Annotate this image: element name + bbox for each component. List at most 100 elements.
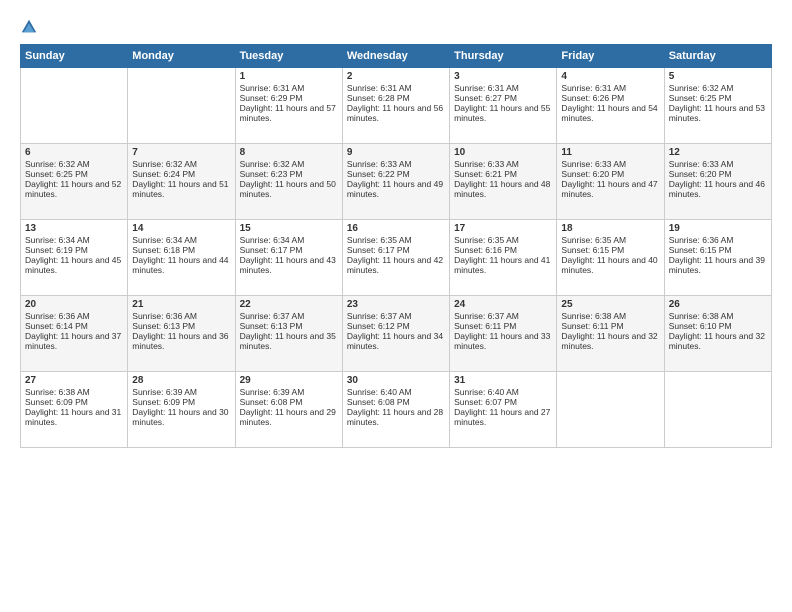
sunset-label: Sunset: 6:25 PM	[25, 169, 88, 179]
daylight-label: Daylight: 11 hours and 48 minutes.	[454, 179, 550, 199]
sunset-label: Sunset: 6:13 PM	[240, 321, 303, 331]
sunset-label: Sunset: 6:11 PM	[561, 321, 623, 331]
daylight-label: Daylight: 11 hours and 39 minutes.	[669, 255, 765, 275]
calendar-cell	[557, 372, 664, 448]
sunrise-label: Sunrise: 6:40 AM	[454, 387, 519, 397]
calendar-cell: 1Sunrise: 6:31 AMSunset: 6:29 PMDaylight…	[235, 68, 342, 144]
calendar-cell: 10Sunrise: 6:33 AMSunset: 6:21 PMDayligh…	[450, 144, 557, 220]
calendar-week-3: 20Sunrise: 6:36 AMSunset: 6:14 PMDayligh…	[21, 296, 772, 372]
sunset-label: Sunset: 6:29 PM	[240, 93, 303, 103]
day-number: 24	[454, 299, 552, 310]
sunrise-label: Sunrise: 6:35 AM	[561, 235, 626, 245]
sunrise-label: Sunrise: 6:32 AM	[25, 159, 90, 169]
calendar-week-2: 13Sunrise: 6:34 AMSunset: 6:19 PMDayligh…	[21, 220, 772, 296]
calendar-cell: 19Sunrise: 6:36 AMSunset: 6:15 PMDayligh…	[664, 220, 771, 296]
day-number: 8	[240, 147, 338, 158]
day-number: 7	[132, 147, 230, 158]
sunset-label: Sunset: 6:21 PM	[454, 169, 517, 179]
calendar-cell: 30Sunrise: 6:40 AMSunset: 6:08 PMDayligh…	[342, 372, 449, 448]
day-number: 27	[25, 375, 123, 386]
daylight-label: Daylight: 11 hours and 41 minutes.	[454, 255, 550, 275]
logo-icon	[20, 18, 38, 36]
daylight-label: Daylight: 11 hours and 46 minutes.	[669, 179, 765, 199]
daylight-label: Daylight: 11 hours and 35 minutes.	[240, 331, 336, 351]
calendar-cell: 2Sunrise: 6:31 AMSunset: 6:28 PMDaylight…	[342, 68, 449, 144]
calendar-cell: 11Sunrise: 6:33 AMSunset: 6:20 PMDayligh…	[557, 144, 664, 220]
sunset-label: Sunset: 6:15 PM	[561, 245, 624, 255]
sunset-label: Sunset: 6:14 PM	[25, 321, 88, 331]
calendar-cell: 29Sunrise: 6:39 AMSunset: 6:08 PMDayligh…	[235, 372, 342, 448]
calendar-cell: 23Sunrise: 6:37 AMSunset: 6:12 PMDayligh…	[342, 296, 449, 372]
day-number: 13	[25, 223, 123, 234]
day-number: 29	[240, 375, 338, 386]
daylight-label: Daylight: 11 hours and 53 minutes.	[669, 103, 765, 123]
day-number: 18	[561, 223, 659, 234]
day-number: 5	[669, 71, 767, 82]
daylight-label: Daylight: 11 hours and 31 minutes.	[25, 407, 121, 427]
day-number: 3	[454, 71, 552, 82]
calendar-table: Sunday Monday Tuesday Wednesday Thursday…	[20, 44, 772, 448]
sunset-label: Sunset: 6:15 PM	[669, 245, 732, 255]
col-wednesday: Wednesday	[342, 45, 449, 68]
sunset-label: Sunset: 6:20 PM	[669, 169, 732, 179]
sunrise-label: Sunrise: 6:36 AM	[669, 235, 734, 245]
daylight-label: Daylight: 11 hours and 36 minutes.	[132, 331, 228, 351]
sunrise-label: Sunrise: 6:37 AM	[347, 311, 412, 321]
sunrise-label: Sunrise: 6:32 AM	[669, 83, 734, 93]
daylight-label: Daylight: 11 hours and 43 minutes.	[240, 255, 336, 275]
sunset-label: Sunset: 6:08 PM	[347, 397, 410, 407]
day-number: 9	[347, 147, 445, 158]
sunrise-label: Sunrise: 6:35 AM	[454, 235, 519, 245]
col-saturday: Saturday	[664, 45, 771, 68]
daylight-label: Daylight: 11 hours and 40 minutes.	[561, 255, 657, 275]
day-number: 31	[454, 375, 552, 386]
sunrise-label: Sunrise: 6:38 AM	[25, 387, 90, 397]
sunset-label: Sunset: 6:13 PM	[132, 321, 195, 331]
daylight-label: Daylight: 11 hours and 37 minutes.	[25, 331, 121, 351]
calendar-week-0: 1Sunrise: 6:31 AMSunset: 6:29 PMDaylight…	[21, 68, 772, 144]
day-number: 21	[132, 299, 230, 310]
sunrise-label: Sunrise: 6:33 AM	[347, 159, 412, 169]
calendar-cell: 27Sunrise: 6:38 AMSunset: 6:09 PMDayligh…	[21, 372, 128, 448]
calendar-cell: 22Sunrise: 6:37 AMSunset: 6:13 PMDayligh…	[235, 296, 342, 372]
daylight-label: Daylight: 11 hours and 28 minutes.	[347, 407, 443, 427]
sunset-label: Sunset: 6:27 PM	[454, 93, 517, 103]
sunrise-label: Sunrise: 6:40 AM	[347, 387, 412, 397]
calendar-cell: 24Sunrise: 6:37 AMSunset: 6:11 PMDayligh…	[450, 296, 557, 372]
daylight-label: Daylight: 11 hours and 44 minutes.	[132, 255, 228, 275]
calendar-cell: 6Sunrise: 6:32 AMSunset: 6:25 PMDaylight…	[21, 144, 128, 220]
calendar-cell: 8Sunrise: 6:32 AMSunset: 6:23 PMDaylight…	[235, 144, 342, 220]
daylight-label: Daylight: 11 hours and 51 minutes.	[132, 179, 228, 199]
col-friday: Friday	[557, 45, 664, 68]
sunrise-label: Sunrise: 6:33 AM	[561, 159, 626, 169]
sunset-label: Sunset: 6:10 PM	[669, 321, 732, 331]
day-number: 6	[25, 147, 123, 158]
sunrise-label: Sunrise: 6:33 AM	[669, 159, 734, 169]
day-number: 26	[669, 299, 767, 310]
sunset-label: Sunset: 6:20 PM	[561, 169, 624, 179]
day-number: 17	[454, 223, 552, 234]
day-number: 12	[669, 147, 767, 158]
day-number: 1	[240, 71, 338, 82]
sunset-label: Sunset: 6:23 PM	[240, 169, 303, 179]
sunrise-label: Sunrise: 6:34 AM	[240, 235, 305, 245]
sunset-label: Sunset: 6:22 PM	[347, 169, 410, 179]
sunrise-label: Sunrise: 6:31 AM	[561, 83, 626, 93]
calendar-cell: 15Sunrise: 6:34 AMSunset: 6:17 PMDayligh…	[235, 220, 342, 296]
daylight-label: Daylight: 11 hours and 32 minutes.	[669, 331, 765, 351]
day-number: 22	[240, 299, 338, 310]
sunset-label: Sunset: 6:09 PM	[132, 397, 195, 407]
daylight-label: Daylight: 11 hours and 52 minutes.	[25, 179, 121, 199]
calendar-cell	[128, 68, 235, 144]
sunset-label: Sunset: 6:16 PM	[454, 245, 517, 255]
calendar-cell: 14Sunrise: 6:34 AMSunset: 6:18 PMDayligh…	[128, 220, 235, 296]
daylight-label: Daylight: 11 hours and 32 minutes.	[561, 331, 657, 351]
sunset-label: Sunset: 6:28 PM	[347, 93, 410, 103]
calendar-cell: 21Sunrise: 6:36 AMSunset: 6:13 PMDayligh…	[128, 296, 235, 372]
sunrise-label: Sunrise: 6:36 AM	[25, 311, 90, 321]
daylight-label: Daylight: 11 hours and 57 minutes.	[240, 103, 336, 123]
day-number: 20	[25, 299, 123, 310]
daylight-label: Daylight: 11 hours and 29 minutes.	[240, 407, 336, 427]
calendar-cell: 13Sunrise: 6:34 AMSunset: 6:19 PMDayligh…	[21, 220, 128, 296]
page: Sunday Monday Tuesday Wednesday Thursday…	[0, 0, 792, 612]
